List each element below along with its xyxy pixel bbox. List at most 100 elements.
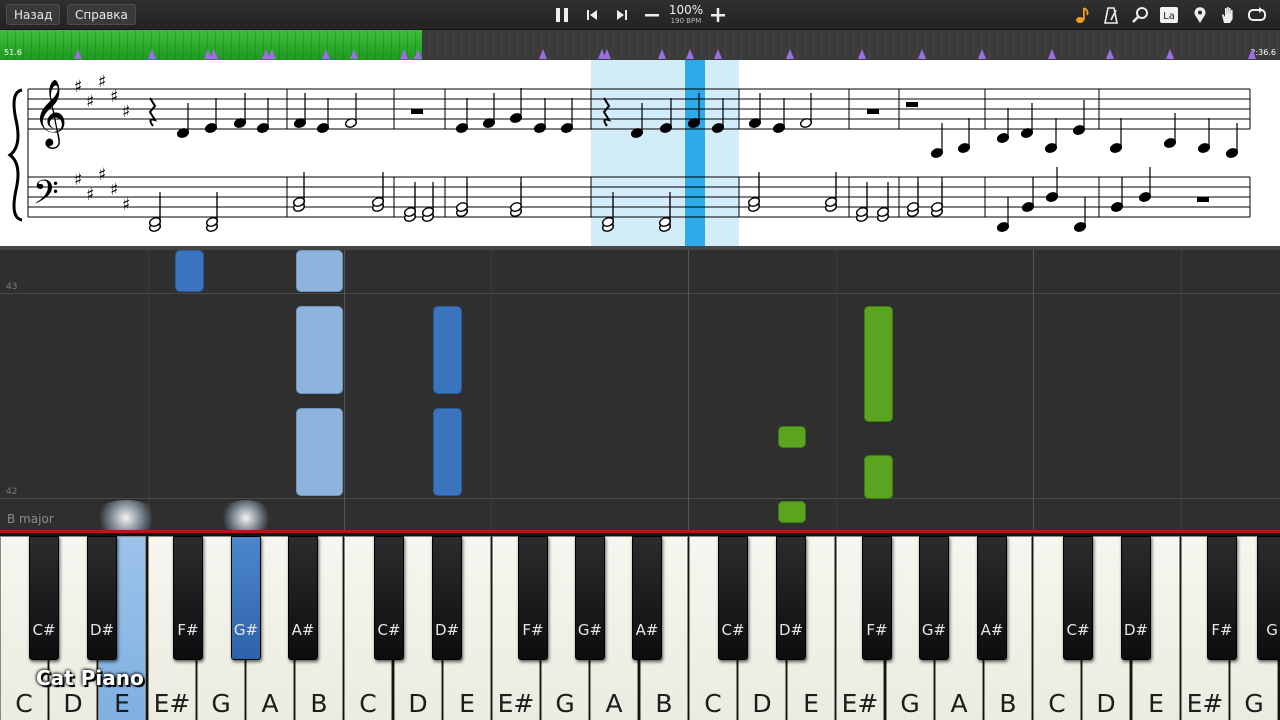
plus-icon[interactable]: [708, 5, 728, 25]
rest: [411, 109, 423, 114]
speed-readout: 100% 190 BPM: [666, 4, 706, 26]
black-key[interactable]: C#: [718, 536, 748, 660]
black-key[interactable]: D#: [776, 536, 806, 660]
toolbar: Назад Справка 100% 190 BPM La: [0, 0, 1280, 30]
progress-timeline[interactable]: 51.6 2:36.6: [0, 30, 1280, 60]
black-key[interactable]: C#: [29, 536, 59, 660]
black-key[interactable]: F#: [518, 536, 548, 660]
svg-text:𝄢: 𝄢: [33, 174, 59, 220]
grid-line: [491, 250, 492, 530]
piano-keyboard: C D E E# G A B C D E E# G A B C D E E# G A B C D E E# G C# D# F# G# A#…: [0, 530, 1280, 720]
section-marker: [858, 49, 866, 59]
back-button[interactable]: Назад: [6, 4, 61, 25]
measure-number-top: 43: [6, 282, 18, 292]
key-label: D#: [434, 621, 460, 639]
svg-text:♯: ♯: [110, 87, 118, 107]
section-marker: [603, 49, 611, 59]
black-key[interactable]: G#: [231, 536, 261, 660]
key-label: E#: [153, 689, 191, 718]
note-roll: 43 42 B major: [0, 246, 1280, 530]
black-key[interactable]: C#: [374, 536, 404, 660]
grid-line: [344, 250, 345, 530]
note-name-icon[interactable]: La: [1159, 5, 1179, 25]
black-key[interactable]: C#: [1063, 536, 1093, 660]
falling-note: [864, 455, 893, 499]
black-key[interactable]: F#: [173, 536, 203, 660]
section-marker: [148, 49, 156, 59]
tempo-bpm: 190 BPM: [670, 17, 702, 25]
black-key[interactable]: D#: [432, 536, 462, 660]
black-key[interactable]: D#: [1121, 536, 1151, 660]
help-button[interactable]: Справка: [67, 4, 136, 25]
cat-piano-logo: Cat Piano: [36, 666, 144, 690]
metronome-icon[interactable]: [1101, 5, 1121, 25]
falling-note: [296, 250, 343, 292]
falling-note: [296, 408, 343, 496]
black-key[interactable]: G#: [575, 536, 605, 660]
previous-icon[interactable]: [582, 5, 602, 25]
svg-text:♯: ♯: [122, 102, 130, 122]
hand-icon[interactable]: [1218, 5, 1238, 25]
key-label: C#: [32, 621, 56, 639]
key-label: A#: [635, 621, 659, 639]
black-key[interactable]: F#: [862, 536, 892, 660]
section-marker: [1106, 49, 1114, 59]
falling-note: [778, 501, 806, 523]
key-label: B: [655, 689, 673, 718]
key-hit-glow: [218, 500, 274, 530]
black-key[interactable]: F#: [1207, 536, 1237, 660]
playhead: [685, 60, 705, 246]
black-key[interactable]: A#: [632, 536, 662, 660]
section-marker: [658, 49, 666, 59]
key-label: E#: [497, 689, 535, 718]
timeline-remaining: [422, 30, 1280, 60]
section-marker: [978, 49, 986, 59]
grid-line: [688, 250, 689, 530]
key-label: C#: [721, 621, 745, 639]
next-icon[interactable]: [612, 5, 632, 25]
black-key[interactable]: A#: [977, 536, 1007, 660]
black-key[interactable]: A#: [288, 536, 318, 660]
key-label: A: [950, 689, 968, 718]
grid-line: [1033, 250, 1034, 530]
key-label: D: [63, 689, 83, 718]
falling-note: [864, 306, 893, 422]
loop-icon[interactable]: [1247, 5, 1267, 25]
minus-icon[interactable]: [642, 5, 662, 25]
key-label: E: [459, 689, 475, 718]
key-label: D: [752, 689, 772, 718]
key-label: D#: [778, 621, 804, 639]
svg-text:♯: ♯: [86, 92, 94, 112]
key-label: E: [114, 689, 130, 718]
section-marker: [322, 49, 330, 59]
section-marker: [686, 49, 694, 59]
svg-text:♯: ♯: [86, 185, 94, 205]
falling-note: [296, 306, 343, 394]
key-label: G#: [921, 621, 947, 639]
black-key[interactable]: G: [1257, 536, 1280, 660]
key-label: E#: [841, 689, 879, 718]
svg-text:♯: ♯: [122, 195, 130, 215]
key-label: G#: [577, 621, 603, 639]
location-pin-icon[interactable]: [1190, 5, 1210, 25]
svg-text:La: La: [1163, 11, 1175, 22]
key-label: D: [1096, 689, 1116, 718]
black-key[interactable]: G#: [919, 536, 949, 660]
search-icon[interactable]: [1130, 5, 1150, 25]
key-label: D: [408, 689, 428, 718]
key-label: C: [15, 689, 33, 718]
key-label: G#: [233, 621, 259, 639]
key-label: E: [803, 689, 819, 718]
svg-text:♯: ♯: [110, 180, 118, 200]
note-icon[interactable]: [1072, 5, 1092, 25]
section-marker: [1166, 49, 1174, 59]
section-marker: [350, 49, 358, 59]
key-hit-glow: [92, 500, 160, 530]
key-label: A#: [980, 621, 1004, 639]
key-label: B: [999, 689, 1017, 718]
key-label: E#: [1186, 689, 1224, 718]
play-pause-icon[interactable]: [552, 5, 572, 25]
grid-line: [1181, 250, 1182, 530]
key-label: G: [1266, 621, 1278, 639]
black-key[interactable]: D#: [87, 536, 117, 660]
